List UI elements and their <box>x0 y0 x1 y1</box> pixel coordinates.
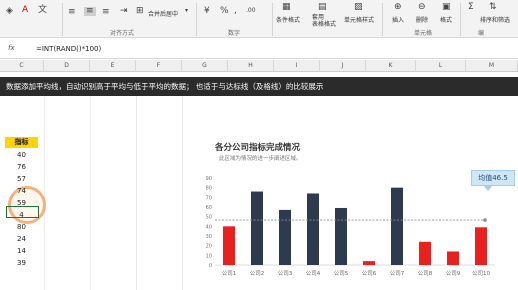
indent-icon[interactable]: ⇥ <box>120 7 128 16</box>
format-as-table-icon[interactable]: ▤ <box>318 3 327 12</box>
bar-公司3 <box>279 209 291 265</box>
cell-styles-button[interactable]: 单元格样式 <box>344 15 374 24</box>
bar-公司6 <box>363 261 375 265</box>
data-cell[interactable]: 40 <box>5 149 38 161</box>
column-header-j[interactable]: J <box>320 60 366 72</box>
column-header-l[interactable]: L <box>416 60 466 72</box>
sort-filter-icon[interactable]: ⇅ <box>489 3 497 12</box>
column-header-d[interactable]: D <box>44 60 90 72</box>
column-header-m[interactable]: M <box>466 60 518 72</box>
delete-icon[interactable]: ⊖ <box>418 3 426 12</box>
sort-filter-button[interactable]: 排序和筛选 <box>480 15 510 24</box>
group-label-number: 数字 <box>228 30 241 37</box>
x-tick-label: 公司4 <box>306 270 321 277</box>
column-header-i[interactable]: I <box>274 60 320 72</box>
selected-cell[interactable] <box>6 206 39 218</box>
average-callout: 均值46.5 <box>471 170 515 186</box>
percent-icon[interactable]: % <box>220 7 229 16</box>
bar-公司9 <box>447 251 459 265</box>
y-tick-label: 0 <box>209 263 212 269</box>
y-tick-label: 50 <box>206 215 212 221</box>
data-cell[interactable]: 80 <box>5 221 38 233</box>
ribbon-toolbar: ◈ A 文 ≡ ≡ ≡ ⇥ ⊞ 合并后居中 ▾ 对齐方式 ¥ % , .00 数… <box>0 0 518 38</box>
column-header-h[interactable]: H <box>228 60 274 72</box>
x-tick-label: 公司2 <box>250 270 265 277</box>
group-label-cells: 单元格 <box>414 30 433 37</box>
column-header-g[interactable]: G <box>182 60 228 72</box>
data-cell[interactable]: 39 <box>5 257 38 269</box>
chart-plot: 0 10 20 30 40 50 60 70 80 90 公司1 公司2 公司3 公司4 公司5 公司6 公司7… <box>206 176 495 277</box>
column-header-e[interactable]: E <box>90 60 136 72</box>
data-cell[interactable]: 74 <box>5 185 38 197</box>
column-header-k[interactable]: K <box>366 60 416 72</box>
x-tick-label: 公司10 <box>472 270 490 277</box>
bar-公司2 <box>251 191 263 265</box>
data-column-header[interactable]: 指标 <box>5 137 38 148</box>
merge-center-button[interactable]: 合并后居中 <box>148 9 178 18</box>
increase-decimal-icon[interactable]: .00 <box>246 8 256 14</box>
insert-icon[interactable]: ⊕ <box>394 3 402 12</box>
conditional-format-button[interactable]: 条件格式 <box>276 15 300 24</box>
group-label-alignment: 对齐方式 <box>110 30 135 37</box>
x-tick-label: 公司5 <box>334 270 349 277</box>
currency-icon[interactable]: ¥ <box>204 7 210 16</box>
description-banner: 数据添加平均线，自动识别高于平均与低于平均的数据； 也适于与达标线（及格线）的比… <box>0 77 518 96</box>
bar-公司4 <box>307 193 319 265</box>
data-cell[interactable]: 76 <box>5 161 38 173</box>
bar-chart[interactable]: 各分公司指标完成情况 此区域为情况的进一步阐述区域。 0 10 20 30 40 50 60… <box>195 133 510 288</box>
data-cell[interactable]: 14 <box>5 245 38 257</box>
data-cell[interactable]: 57 <box>5 173 38 185</box>
bar-公司1 <box>223 226 235 265</box>
y-tick-label: 40 <box>206 224 212 230</box>
autosum-icon[interactable]: Σ <box>468 3 474 12</box>
bar-公司7 <box>391 187 403 265</box>
y-tick-label: 70 <box>206 195 212 201</box>
fill-color-icon[interactable]: ◈ <box>6 7 13 16</box>
callout-tail <box>484 186 492 191</box>
comma-style-icon[interactable]: , <box>234 7 237 16</box>
y-tick-label: 20 <box>206 244 212 250</box>
chevron-down-icon[interactable]: ▾ <box>185 8 188 14</box>
delete-button[interactable]: 删除 <box>416 15 428 24</box>
group-label-editing: 编 <box>478 30 485 37</box>
format-icon[interactable]: ▣ <box>442 3 451 12</box>
average-line-marker <box>483 218 487 222</box>
format-as-table-button[interactable]: 套用 表格格式 <box>312 14 336 28</box>
align-center-icon[interactable]: ≡ <box>84 7 96 16</box>
cell-styles-icon[interactable]: ▨ <box>354 3 363 12</box>
insert-button[interactable]: 插入 <box>392 15 404 24</box>
x-tick-label: 公司7 <box>390 270 405 277</box>
y-tick-label: 30 <box>206 234 212 240</box>
x-tick-label: 公司9 <box>446 270 461 277</box>
column-header-f[interactable]: F <box>136 60 182 72</box>
formula-bar: fx =INT(RAND()*100) <box>0 39 518 59</box>
y-tick-label: 90 <box>206 176 212 182</box>
fx-icon[interactable]: fx <box>8 44 15 52</box>
bar-公司8 <box>419 241 431 265</box>
font-color-icon[interactable]: A <box>22 6 28 15</box>
formula-input[interactable]: =INT(RAND()*100) <box>36 42 506 56</box>
bar-公司5 <box>335 207 347 265</box>
align-right-icon[interactable]: ≡ <box>102 8 110 17</box>
x-tick-label: 公司3 <box>278 270 293 277</box>
y-tick-label: 80 <box>206 186 212 192</box>
x-tick-label: 公司8 <box>418 270 433 277</box>
bar-公司10 <box>475 227 487 265</box>
x-tick-label: 公司1 <box>222 270 237 277</box>
column-header-c[interactable]: C <box>0 60 44 72</box>
align-left-icon[interactable]: ≡ <box>68 8 76 17</box>
data-cell[interactable]: 24 <box>5 233 38 245</box>
banner-text: 数据添加平均线，自动识别高于平均与低于平均的数据； 也适于与达标线（及格线）的比… <box>6 82 324 91</box>
text-effects-icon[interactable]: 文 <box>38 6 47 15</box>
y-tick-label: 60 <box>206 205 212 211</box>
x-tick-label: 公司6 <box>362 270 377 277</box>
conditional-format-icon[interactable]: ▦ <box>282 3 291 12</box>
format-button[interactable]: 格式 <box>440 15 452 24</box>
column-headers: C D E F G H I J K L M <box>0 60 518 72</box>
merge-cells-icon[interactable]: ⊞ <box>136 7 144 16</box>
y-tick-label: 10 <box>206 253 212 259</box>
